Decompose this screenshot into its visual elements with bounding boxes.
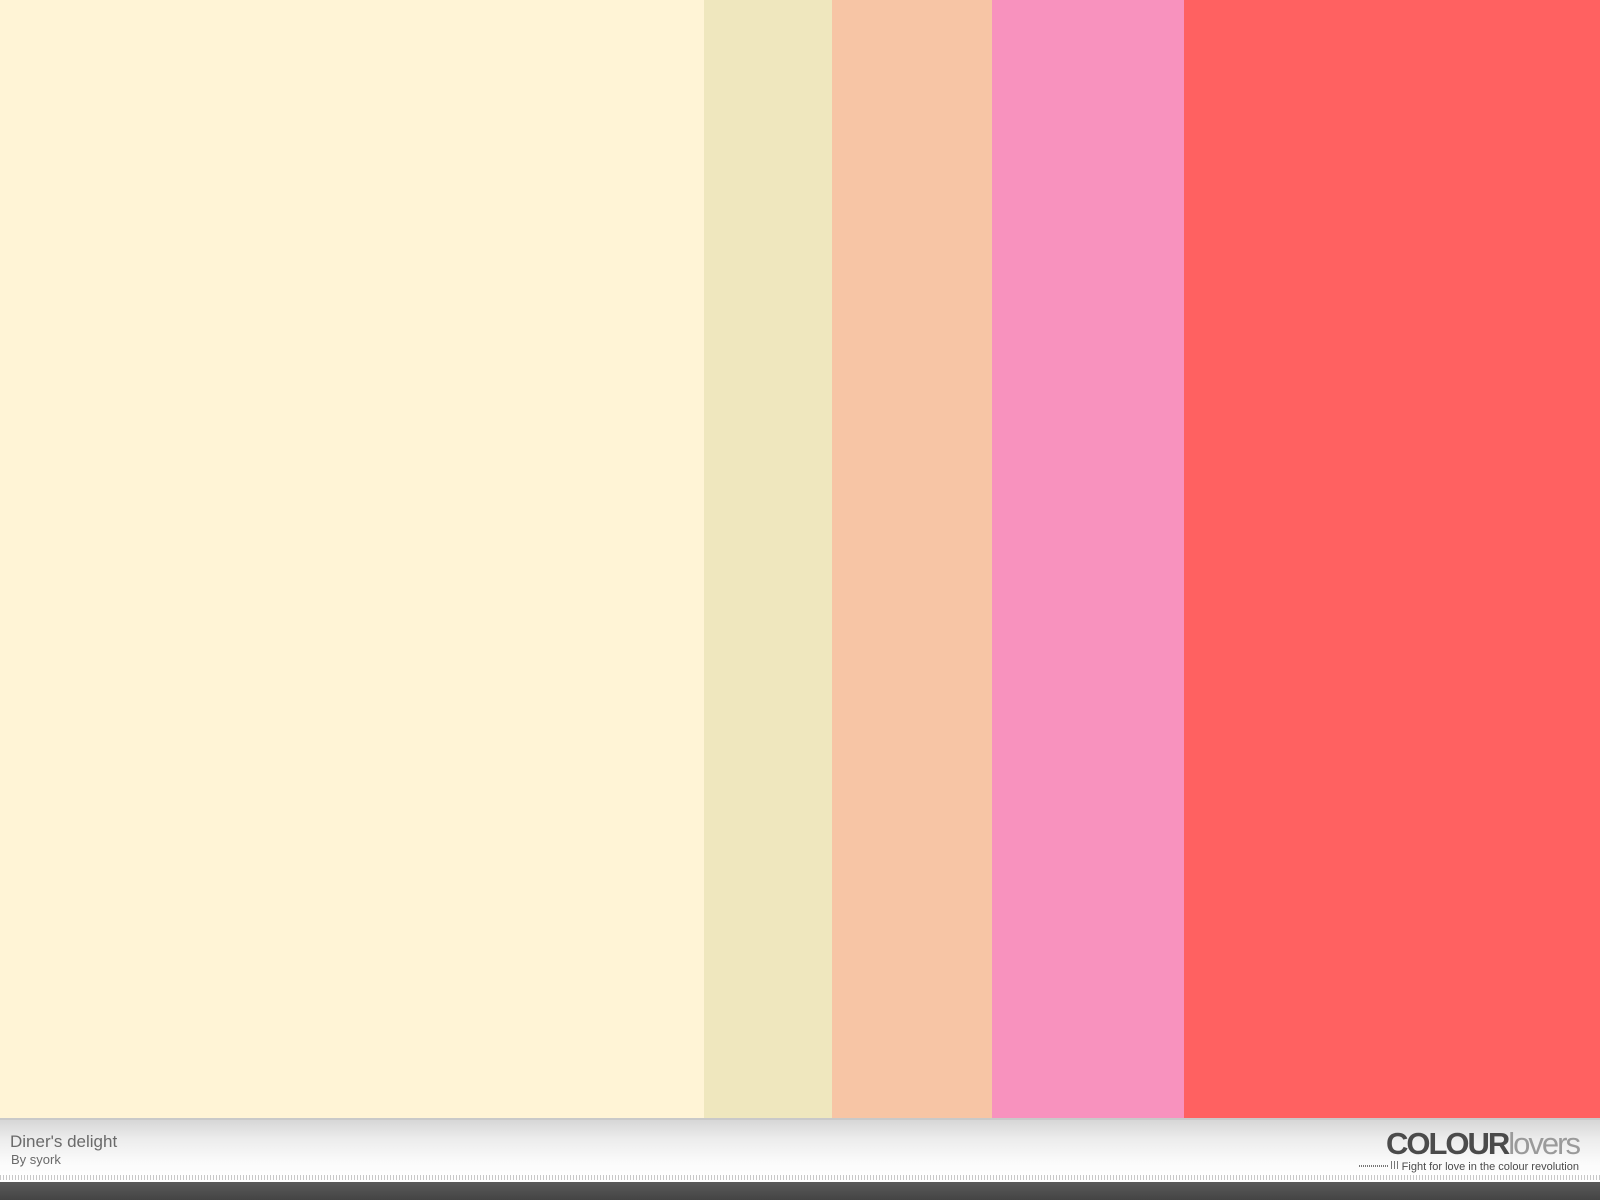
- palette-author: By syork: [11, 1152, 61, 1167]
- color-swatch-4: [992, 0, 1184, 1118]
- logo-lovers-text: lovers: [1508, 1126, 1581, 1161]
- palette-title: Diner's delight: [10, 1132, 118, 1151]
- color-swatch-1: [0, 0, 704, 1118]
- logo-dots-icon: [1359, 1165, 1389, 1167]
- palette-swatches: [0, 0, 1600, 1118]
- bottom-bar: [0, 1182, 1600, 1200]
- color-swatch-2: [704, 0, 832, 1118]
- color-swatch-5: [1184, 0, 1600, 1118]
- logo-wordmark: COLOURlovers: [1385, 1126, 1581, 1161]
- logo-grid-icon: [1391, 1161, 1399, 1169]
- color-swatch-3: [832, 0, 992, 1118]
- logo-colour-text: COLOUR: [1385, 1126, 1510, 1161]
- logo-tagline: Fight for love in the colour revolution: [1401, 1161, 1579, 1173]
- colourlovers-logo: COLOURlovers Fight for love in the colou…: [1359, 1126, 1581, 1174]
- palette-footer: Diner's delight By syork COLOURlovers Fi…: [0, 1118, 1600, 1182]
